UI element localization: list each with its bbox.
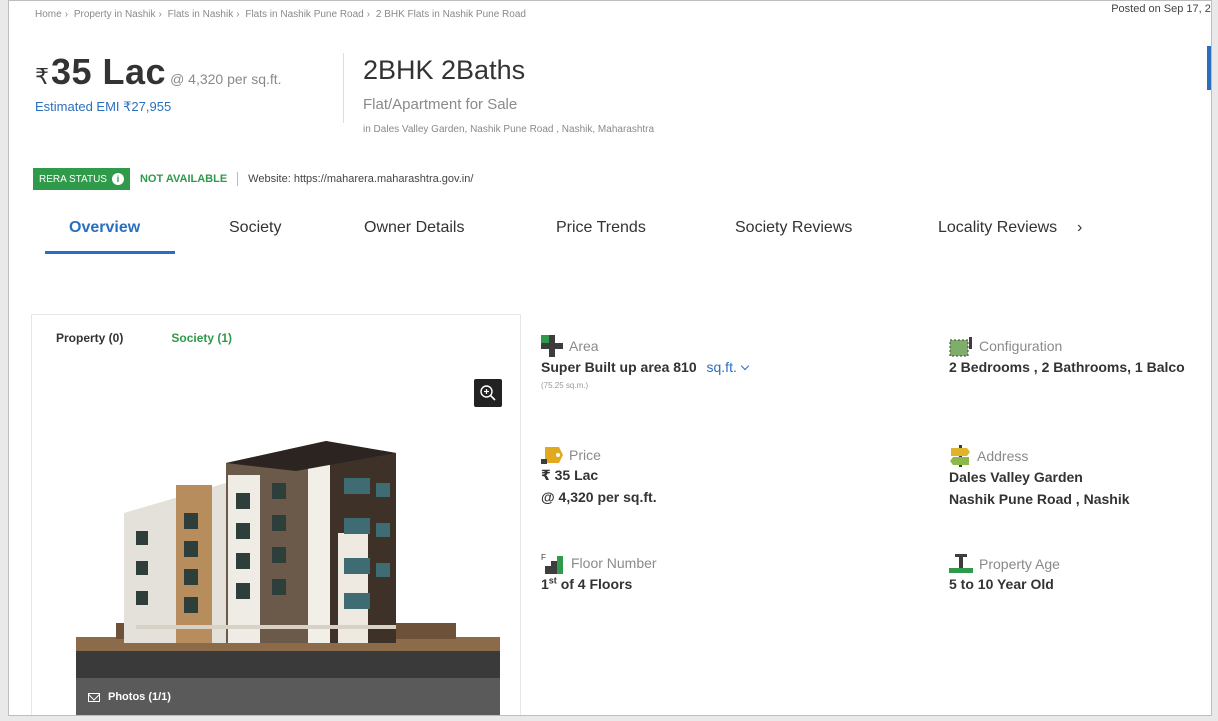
property-age-icon: [949, 554, 973, 573]
tab-price-trends[interactable]: Price Trends: [556, 219, 646, 237]
price-tag-icon: [541, 447, 563, 464]
area-unit: sq.ft.: [706, 359, 737, 375]
listing-header: 2BHK 2Baths Flat/Apartment for Sale in D…: [363, 55, 654, 135]
detail-price: Price ₹ 35 Lac @ 4,320 per sq.ft.: [541, 445, 657, 508]
floor-ordinal: st: [548, 575, 557, 586]
breadcrumb-current: 2 BHK Flats in Nashik Pune Road: [375, 9, 526, 20]
signpost-icon: [950, 445, 970, 467]
emi-link[interactable]: Estimated EMI ₹27,955: [35, 99, 282, 115]
area-unit-dropdown[interactable]: sq.ft.: [706, 359, 750, 375]
floor-total: of 4 Floors: [556, 576, 633, 592]
detail-address: Address Dales Valley Garden Nashik Pune …: [949, 445, 1130, 510]
floor-number: 1: [541, 576, 549, 592]
detail-property-age: Property Age 5 to 10 Year Old: [949, 554, 1060, 596]
tab-society[interactable]: Society: [229, 219, 281, 237]
section-tabs: Overview Society Owner Details Price Tre…: [33, 207, 1211, 259]
rera-website[interactable]: Website: https://maharera.maharashtra.go…: [248, 173, 473, 185]
listing-location: in Dales Valley Garden, Nashik Pune Road…: [363, 124, 655, 135]
price-label: Price: [569, 447, 601, 463]
breadcrumb-property-nashik[interactable]: Property in Nashik: [74, 9, 156, 20]
property-page: Home › Property in Nashik › Flats in Nashi…: [8, 0, 1212, 716]
header-divider: [343, 53, 344, 123]
price-value: 35 Lac: [51, 51, 167, 92]
zoom-button[interactable]: [474, 379, 502, 407]
rera-divider: [237, 172, 239, 186]
property-age-label: Property Age: [979, 556, 1060, 572]
area-label: Area: [569, 338, 599, 354]
property-age-value: 5 to 10 Year Old: [949, 576, 1054, 592]
gallery-tab-property[interactable]: Property (0): [56, 331, 123, 345]
floor-icon: F: [541, 553, 563, 574]
zoom-in-icon: [480, 385, 496, 401]
tab-owner-details[interactable]: Owner Details: [364, 219, 464, 237]
detail-configuration: Configuration 2 Bedrooms , 2 Bathrooms, …: [949, 335, 1185, 379]
detail-floor: F Floor Number 1st of 4 Floors: [541, 552, 657, 596]
rera-badge-label: RERA STATUS: [39, 173, 107, 185]
address-line2: Nashik Pune Road , Nashik: [949, 490, 1130, 507]
configuration-value: 2 Bedrooms , 2 Bathrooms, 1 Balco: [949, 359, 1185, 375]
listing-type: Flat/Apartment for Sale: [363, 96, 518, 113]
breadcrumb: Home › Property in Nashik › Flats in Nashi…: [35, 9, 526, 20]
area-sqm: (75.25 sq.m.): [541, 380, 589, 390]
svg-text:F: F: [541, 553, 546, 562]
price-block: ₹ 35 Lac @ 4,320 per sq.ft. Estimated EM…: [35, 51, 282, 115]
photo-icon: [88, 692, 100, 702]
area-value: Super Built up area 810: [541, 359, 697, 375]
floor-value: 1st of 4 Floors: [541, 574, 657, 596]
tab-locality-reviews[interactable]: Locality Reviews: [938, 219, 1057, 237]
price-per-sqft: @ 4,320 per sq.ft.: [170, 71, 282, 87]
gallery-tab-society[interactable]: Society (1): [171, 331, 232, 345]
address-label: Address: [977, 448, 1029, 464]
photos-count-bar[interactable]: Photos (1/1): [76, 678, 500, 715]
price-detail-value: ₹ 35 Lac: [541, 467, 599, 483]
address-line1: Dales Valley Garden: [949, 469, 1083, 485]
tabs-next-arrow[interactable]: ›: [1077, 219, 1082, 237]
tab-society-reviews[interactable]: Society Reviews: [735, 219, 852, 237]
rera-status: NOT AVAILABLE: [139, 173, 228, 185]
photos-count: Photos (1/1): [108, 691, 171, 703]
detail-area: Area Super Built up area 810 sq.ft. (75.…: [541, 335, 750, 390]
breadcrumb-flats-nashik[interactable]: Flats in Nashik: [168, 9, 234, 20]
building-image[interactable]: [76, 423, 500, 679]
gallery-tabs: Property (0) Society (1): [56, 331, 232, 345]
side-action-tab[interactable]: [1207, 46, 1211, 90]
posted-date: Posted on Sep 17, 20: [1111, 3, 1212, 15]
photo-gallery: Property (0) Society (1) Photos (1/1): [31, 314, 521, 715]
area-icon: [541, 335, 563, 357]
floor-label: Floor Number: [571, 555, 657, 571]
listing-title: 2BHK 2Baths: [363, 55, 526, 85]
price-detail-per-sqft: @ 4,320 per sq.ft.: [541, 488, 657, 505]
tab-overview[interactable]: Overview: [69, 219, 140, 237]
breadcrumb-home[interactable]: Home: [35, 9, 62, 20]
rera-badge[interactable]: RERA STATUS i: [33, 168, 130, 190]
configuration-label: Configuration: [979, 338, 1063, 354]
info-icon[interactable]: i: [111, 173, 124, 185]
breadcrumb-flats-pune-road[interactable]: Flats in Nashik Pune Road: [245, 9, 363, 20]
chevron-down-icon: [740, 361, 750, 371]
rera-row: RERA STATUS i NOT AVAILABLE Website: htt…: [33, 168, 473, 190]
currency-symbol: ₹: [35, 64, 49, 89]
configuration-icon: [949, 337, 972, 357]
active-tab-indicator: [45, 251, 175, 254]
